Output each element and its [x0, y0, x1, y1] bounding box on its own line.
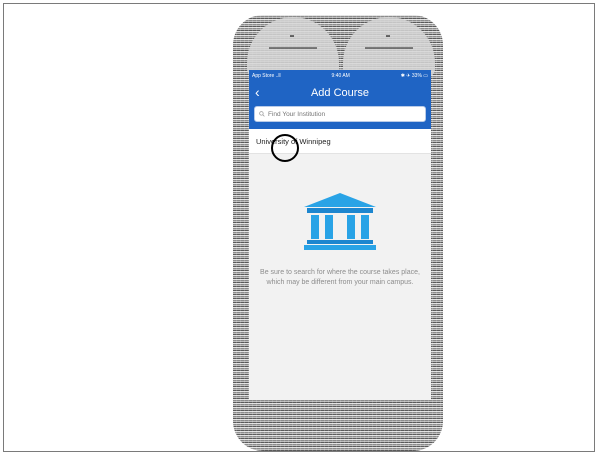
battery-label: ✱ ✈ 33% ▭	[400, 72, 428, 79]
search-container	[249, 104, 431, 129]
search-icon	[259, 111, 265, 117]
search-input[interactable]	[268, 110, 418, 118]
chevron-left-icon[interactable]: ‹	[255, 84, 260, 100]
status-bar: App Store ..ll 9:40 AM ✱ ✈ 33% ▭	[249, 70, 431, 81]
navigation-bar: ‹ Add Course	[249, 81, 431, 104]
carrier-label: App Store ..ll	[252, 72, 281, 79]
search-field[interactable]	[254, 106, 426, 122]
clock-label: 9:40 AM	[331, 72, 350, 79]
institution-building-icon	[304, 193, 376, 250]
highlight-circle	[271, 134, 299, 162]
phone-speaker-right	[343, 17, 435, 77]
page-title: Add Course	[310, 86, 370, 99]
empty-state-message: Be sure to search for where the course t…	[260, 269, 420, 286]
phone-speaker-left	[247, 17, 339, 77]
app-screen: App Store ..ll 9:40 AM ✱ ✈ 33% ▭ ‹ Add C…	[249, 70, 431, 400]
